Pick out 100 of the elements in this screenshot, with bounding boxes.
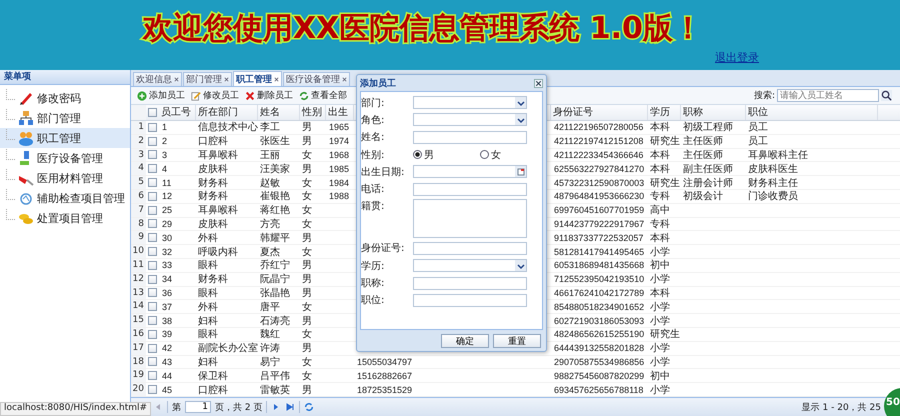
table-cell-text: 眼科 [197,328,219,342]
table-cell-text: 482486562615255190 [553,329,646,340]
table-cell-text: 33 [161,260,174,270]
column-header: 身份证号 [551,105,648,120]
field-label: 部门: [361,96,386,110]
table-cell-text: 初中 [649,370,671,383]
column-header: 所在部门 [196,105,258,120]
table-cell-text: 石涛亮 [259,314,291,328]
sidebar-item[interactable]: 辅助检查项目管理 [0,188,130,208]
table-cell-text: 693457625656788118 [553,384,644,395]
toolbar-button[interactable]: 删除员工 [243,89,295,102]
sidebar-item[interactable]: 处置项目管理 [0,208,130,228]
table-cell-text: 15055034797 [356,356,414,367]
table-cell-text: 皮肤科医生 [747,162,799,176]
table-cell-text: 699760451607701959 [553,205,646,216]
column-header: 职位 [746,105,878,120]
table-cell-text: 小学 [649,384,671,397]
table-cell-text: 女 [301,328,313,342]
logout-link[interactable]: 退出登录 [715,50,759,65]
table-cell-text: 初中 [649,258,671,272]
table-cell-text: 本科 [649,162,671,176]
table-cell-text: 呼吸内科 [197,246,239,259]
table-cell-text: 1988 [328,191,350,202]
tab[interactable]: 医疗设备管理 [283,72,350,86]
column-header: 姓名 [258,105,300,120]
table-cell-text: 员工 [747,121,769,134]
table-cell-text: 吕平伟 [259,370,291,383]
row-number: 5 [131,176,146,189]
row-number: 20 [131,383,146,396]
table-cell-text: 本科 [649,232,671,245]
table-cell-text: 注册会计师 [682,176,734,190]
search-field[interactable]: 请输入员工姓名 [777,89,879,102]
table-cell-text: 女 [301,246,313,259]
table-cell-text: 2 [161,136,168,146]
table-cell-text: 小学 [649,356,671,369]
table-cell-text: 39 [161,329,174,340]
table-cell-text: 18725351529 [356,384,414,395]
sidebar-item[interactable]: 职工管理 [0,128,130,148]
row-number: 9 [131,231,146,244]
page-label: 第 [172,402,181,414]
table-cell-text: 李工 [259,120,281,134]
table-cell-text: 36 [161,288,174,298]
search-label: 搜索: [754,90,775,102]
table-cell-text: 雷敏英 [259,384,291,397]
row-number: 4 [131,162,146,176]
table-cell-text: 妇科 [197,314,219,328]
table-cell-text: 口腔科 [197,384,229,397]
table-cell-text: 女 [301,300,313,314]
row-number: 17 [131,342,146,355]
field-label: 籍贯: [361,200,386,213]
row-number: 13 [131,286,146,300]
table-cell-text: 财务科 [197,176,229,190]
status-bar: localhost:8080/HIS/index.html# [0,402,152,416]
radio-option[interactable]: 男 [413,148,434,162]
row-number: 8 [131,218,146,230]
table-cell-text: 保卫科 [197,370,229,383]
table-cell-text: 女 [301,356,313,369]
page-summary: 显示 1 - 20，共 25 [802,402,881,414]
table-cell-text: 小学 [649,246,671,259]
field-label: 出生日期: [361,166,406,179]
row-number: 1 [131,121,146,134]
toolbar-button[interactable]: 查看全部 [297,89,349,102]
toolbar-button[interactable]: 添加员工 [135,89,187,102]
field-label: 姓名: [361,131,386,144]
sidebar-item[interactable]: 部门管理 [0,108,130,128]
table-cell-text: 女 [301,218,313,231]
table-cell-text: 男 [301,342,313,356]
tab[interactable]: 部门管理 [183,72,232,86]
table-cell-text: 张晶艳 [259,286,291,300]
table-cell-text: 25 [161,205,174,216]
table-cell-text: 皮肤科 [197,218,229,231]
table-cell-text: 581281417941495465 [553,246,646,257]
field-label: 性别: [361,148,386,162]
row-number: 10 [131,245,146,258]
page-number-field[interactable]: 1 [185,401,211,413]
table-cell-text: 汪美家 [259,162,291,176]
tab[interactable]: 欢迎信息 [133,72,182,86]
row-number: 12 [131,272,146,286]
sidebar-item[interactable]: 医疗设备管理 [0,148,130,168]
dialog-button[interactable]: 重置 [493,334,541,348]
sidebar-item[interactable]: 医用材料管理 [0,168,130,188]
field-label: 角色: [361,114,386,127]
table-cell-text: 男 [301,232,313,245]
table-cell-text: 466176241042172789 [553,288,646,298]
dialog-button[interactable]: 确定 [441,334,489,348]
sidebar-item[interactable]: 修改密码 [0,88,130,108]
table-cell-text: 耳鼻喉科 [197,204,239,218]
table-cell-text: 耳鼻喉科主任 [747,148,809,162]
table-cell-text: 专科 [649,218,671,231]
table-cell-text: 初级工程师 [682,120,734,134]
tab[interactable]: 职工管理 [233,71,282,86]
toolbar-button[interactable]: 修改员工 [189,89,241,102]
table-cell-text: 1965 [328,122,350,132]
table-cell-text: 988275456087820299 [553,370,646,381]
table-cell-text: 妇科 [197,356,219,369]
radio-option[interactable]: 女 [480,148,501,162]
table-cell-text: 阮晶宁 [259,272,291,286]
table-cell-text: 男 [301,121,313,134]
table-cell-text: 男 [301,273,313,286]
table-cell-text: 小学 [649,314,671,328]
